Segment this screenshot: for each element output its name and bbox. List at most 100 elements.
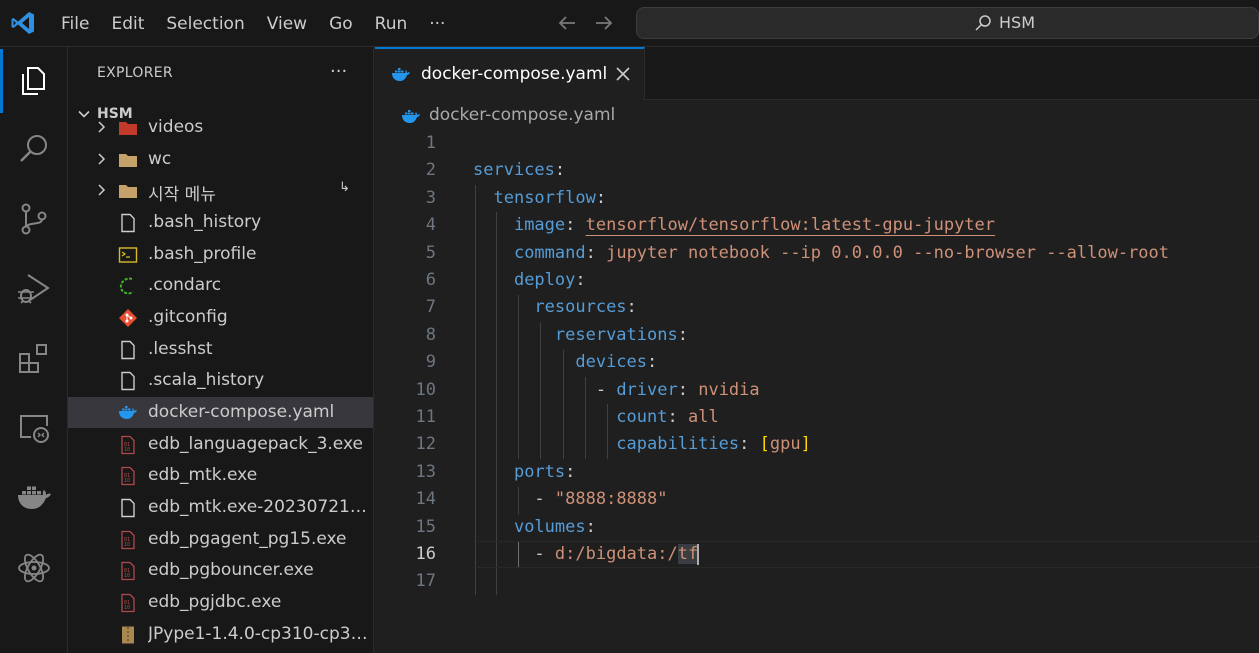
menu-run[interactable]: Run xyxy=(364,8,419,40)
tree-file-edb-pgjdbc[interactable]: 01 10 edb_pgjdbc.exe xyxy=(68,587,373,618)
line-number: 12 xyxy=(415,434,436,455)
line-number: 10 xyxy=(415,379,436,400)
tree-file-edb-pgagent[interactable]: 01 10 edb_pgagent_pg15.exe xyxy=(68,524,373,555)
menu-more[interactable]: ··· xyxy=(418,8,456,40)
line-number: 6 xyxy=(425,270,436,290)
code-line: 11 count: all xyxy=(375,404,1259,431)
yaml-key: count xyxy=(616,407,668,427)
binary-file-icon: 0110 xyxy=(121,466,135,486)
svg-text:10: 10 xyxy=(124,542,130,548)
tab-docker-compose[interactable]: docker-compose.yaml xyxy=(375,47,645,100)
docker-icon xyxy=(18,486,51,509)
code-line: 8 reservations: xyxy=(375,322,1259,349)
yaml-value: d:/bigdata:/ xyxy=(554,544,678,564)
forward-arrow-icon[interactable] xyxy=(593,12,615,34)
search-activity[interactable] xyxy=(0,115,68,183)
code-line: 15 volumes: xyxy=(375,514,1259,541)
folder-icon xyxy=(119,154,137,167)
code-line: 12 capabilities: [gpu] xyxy=(375,431,1259,458)
code-line: 9 devices: xyxy=(375,349,1259,376)
line-number: 2 xyxy=(425,160,436,181)
tab-label: docker-compose.yaml xyxy=(421,64,608,84)
line-number: 1 xyxy=(425,133,436,153)
tree-file-gitconfig[interactable]: .gitconfig xyxy=(68,302,373,333)
explorer-more-button[interactable]: ··· xyxy=(330,61,347,82)
folder-icon xyxy=(119,122,137,135)
archive-icon xyxy=(122,626,134,644)
conda-icon xyxy=(119,277,134,295)
menu-go[interactable]: Go xyxy=(318,8,364,40)
close-icon[interactable] xyxy=(615,66,631,82)
yaml-key: command xyxy=(513,242,586,263)
tree-folder-wc[interactable]: wc xyxy=(68,144,373,175)
line-number: 9 xyxy=(425,352,436,373)
source-control-activity[interactable] xyxy=(0,185,68,253)
vscode-logo-icon xyxy=(11,12,34,34)
tree-file-edb-languagepack[interactable]: 01 10 edb_languagepack_3.exe xyxy=(68,429,373,460)
extensions-activity[interactable] xyxy=(0,325,68,393)
tree-file-lesshst[interactable]: .lesshst xyxy=(68,334,373,365)
tree-item-label: edb_mtk.exe-202307212... xyxy=(148,497,368,517)
docker-whale-icon xyxy=(392,68,410,81)
binary-file-icon: 0110 xyxy=(121,561,135,581)
yaml-key: image xyxy=(513,215,566,236)
yaml-key: devices xyxy=(575,352,648,373)
yaml-key: ports xyxy=(513,461,566,482)
tree-file-bash-profile[interactable]: .bash_profile xyxy=(68,239,373,270)
tree-item-label: docker-compose.yaml xyxy=(148,402,335,422)
menu-selection[interactable]: Selection xyxy=(155,8,255,40)
tree-file-edb-mtk[interactable]: 01 10 edb_mtk.exe xyxy=(68,460,373,491)
code-editor[interactable]: 1 2 services: 3 tensorflow: 4 image: tens… xyxy=(375,130,1259,653)
breadcrumb-file[interactable]: docker-compose.yaml xyxy=(429,105,615,125)
tree-item-label: .condarc xyxy=(148,275,222,295)
menu-file[interactable]: File xyxy=(50,8,100,40)
explorer-sidebar: EXPLORER ··· HSM videos wc 시작 메뉴 ↳ .bash… xyxy=(68,47,374,653)
command-center-search[interactable]: HSM xyxy=(636,7,1259,39)
tree-file-docker-compose[interactable]: docker-compose.yaml xyxy=(68,397,373,428)
tree-item-label: edb_languagepack_3.exe xyxy=(148,434,363,454)
tree-file-scala-history[interactable]: .scala_history xyxy=(68,365,373,396)
tree-item-label: edb_pgbouncer.exe xyxy=(148,560,314,580)
remote-explorer-activity[interactable] xyxy=(0,394,68,462)
files-icon xyxy=(22,67,45,95)
menu-view[interactable]: View xyxy=(256,8,318,40)
code-line: 6 deploy: xyxy=(375,267,1259,294)
tree-item-label: 시작 메뉴 xyxy=(148,185,216,205)
yaml-value: jupyter notebook --ip 0.0.0.0 --no-brows… xyxy=(606,242,1170,263)
react-icon xyxy=(18,553,50,583)
menu-edit[interactable]: Edit xyxy=(100,8,155,40)
tree-folder-start-menu[interactable]: 시작 메뉴 ↳ xyxy=(68,175,373,206)
svg-text:10: 10 xyxy=(124,573,130,579)
text-cursor xyxy=(697,543,700,565)
yaml-key: driver xyxy=(616,379,678,400)
line-number: 17 xyxy=(415,571,436,592)
code-line: 17 xyxy=(375,568,1259,595)
line-number: 4 xyxy=(425,215,436,236)
tree-file-bash-history[interactable]: .bash_history xyxy=(68,207,373,238)
react-activity[interactable] xyxy=(0,534,68,602)
line-number: 13 xyxy=(415,461,436,482)
tree-item-label: wc xyxy=(148,149,172,169)
chevron-right-icon xyxy=(98,121,106,133)
yaml-key: volumes xyxy=(513,516,586,537)
activity-bar xyxy=(0,47,68,653)
docker-activity[interactable] xyxy=(0,464,68,532)
yaml-key: services xyxy=(473,160,555,181)
yaml-value-highlight: tf xyxy=(677,544,699,564)
title-bar: File Edit Selection View Go Run ··· HSM xyxy=(0,0,1259,47)
code-line: 1 xyxy=(375,130,1259,157)
explorer-activity[interactable] xyxy=(0,47,68,115)
tree-file-edb-pgbouncer[interactable]: 01 10 edb_pgbouncer.exe xyxy=(68,555,373,586)
tree-item-label: edb_pgagent_pg15.exe xyxy=(148,529,347,549)
binary-file-icon: 0110 xyxy=(121,593,135,613)
line-number: 7 xyxy=(425,297,436,318)
tree-folder-videos[interactable]: videos xyxy=(68,112,373,143)
back-arrow-icon[interactable] xyxy=(556,12,578,34)
source-control-icon xyxy=(21,203,47,235)
editor-tab-bar: docker-compose.yaml xyxy=(375,47,1259,100)
tree-file-edb-mtk-log[interactable]: edb_mtk.exe-202307212... xyxy=(68,492,373,523)
tree-item-label: .gitconfig xyxy=(148,307,228,327)
tree-file-condarc[interactable]: .condarc xyxy=(68,270,373,301)
run-debug-activity[interactable] xyxy=(0,255,68,323)
tree-file-jpype[interactable]: JPype1-1.4.0-cp310-cp31... xyxy=(68,619,373,650)
